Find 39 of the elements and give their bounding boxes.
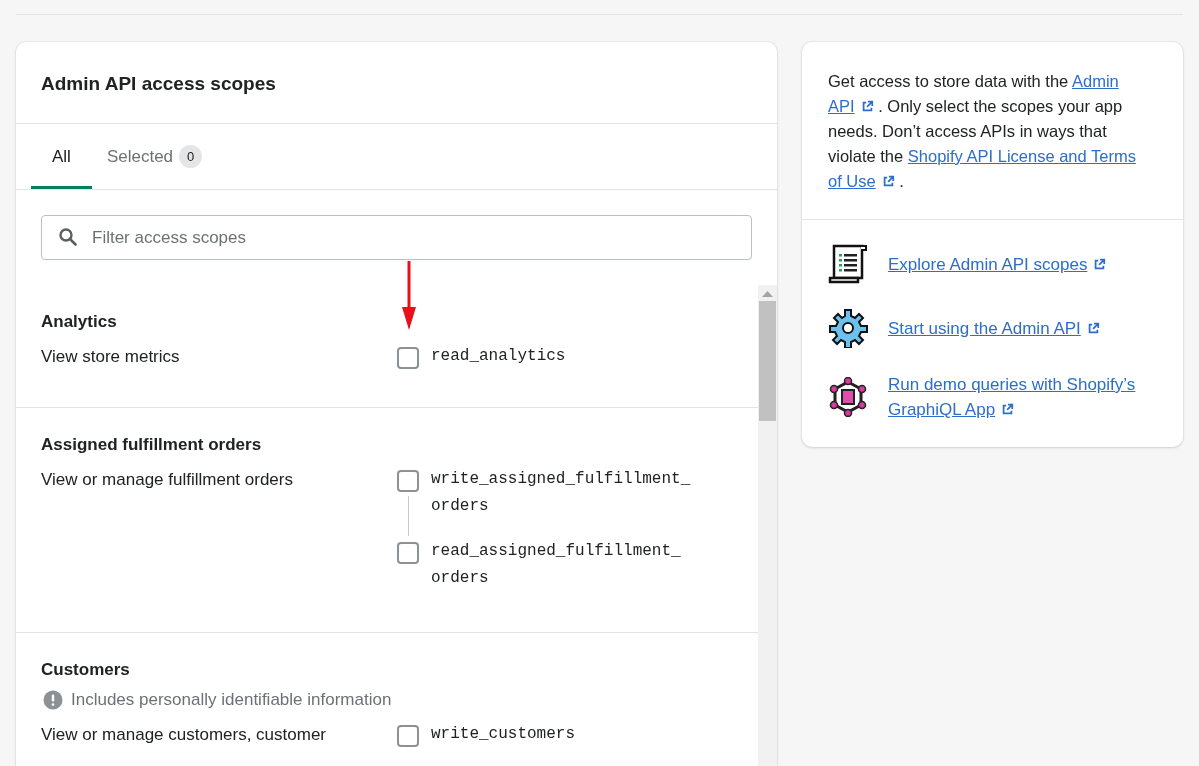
checkbox[interactable] bbox=[397, 542, 419, 564]
search-field[interactable]: Filter access scopes bbox=[41, 215, 752, 260]
tab[interactable]: All bbox=[31, 124, 92, 189]
alert-icon bbox=[43, 690, 63, 710]
external-link-icon bbox=[1086, 321, 1100, 335]
count-badge: 0 bbox=[179, 145, 203, 168]
checkbox[interactable] bbox=[397, 725, 419, 747]
link[interactable]: Admin bbox=[1071, 72, 1119, 90]
section-title: Analytics bbox=[41, 312, 118, 332]
scope-name: read_assigned_fulfillment_orders bbox=[431, 541, 682, 589]
gear-icon bbox=[828, 308, 868, 348]
resource-link[interactable]: Explore Admin API scopes bbox=[888, 251, 1107, 277]
section-title: Customers bbox=[41, 660, 131, 680]
info-paragraph: Get access to store data with the Admin API . Only select the scopes your app needs. Don’t access APIs in ways that violate the Shopify API License and Terms of Use . bbox=[802, 42, 1183, 220]
scope-name: write_customers bbox=[431, 724, 577, 745]
graph-icon bbox=[828, 377, 868, 417]
section-description: View or manage customers, customer bbox=[41, 724, 328, 746]
scope-name: read_analytics bbox=[431, 346, 567, 367]
scope-name: write_assigned_fulfillment_orders bbox=[431, 469, 692, 517]
link[interactable]: Shopify API License and Terms bbox=[907, 147, 1136, 165]
section-description: View store metrics bbox=[41, 346, 181, 368]
section-description: View or manage fulfillment orders bbox=[41, 469, 294, 491]
resource-link[interactable]: Start using the Admin API bbox=[888, 315, 1100, 341]
search-icon bbox=[58, 227, 78, 247]
scrollbar-thumb[interactable] bbox=[759, 301, 776, 421]
scrollbar[interactable] bbox=[758, 285, 777, 766]
checkbox[interactable] bbox=[397, 347, 419, 369]
card-title: Admin API access scopes bbox=[16, 42, 777, 124]
link[interactable]: of Use bbox=[828, 172, 895, 190]
resource-link[interactable]: Run demo queries with Shopify’s GraphiQL App bbox=[888, 372, 1157, 422]
annotation-arrow bbox=[402, 261, 416, 331]
section-title: Assigned fulfillment orders bbox=[41, 435, 263, 455]
link[interactable]: API bbox=[828, 97, 874, 115]
tab[interactable]: Selected 0 bbox=[91, 124, 218, 189]
external-link-icon bbox=[1093, 257, 1107, 271]
warning-text: Includes personally identifiable information bbox=[71, 690, 392, 710]
scroll-up-icon[interactable] bbox=[762, 291, 773, 297]
external-link-icon bbox=[1001, 403, 1015, 416]
checkbox[interactable] bbox=[397, 470, 419, 492]
